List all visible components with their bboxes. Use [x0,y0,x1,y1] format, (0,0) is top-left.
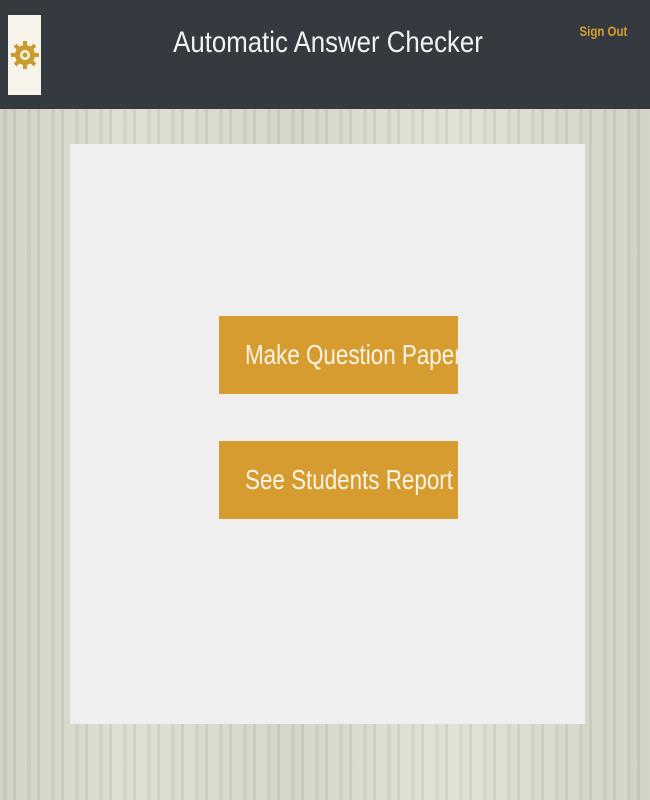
make-question-paper-label: Make Question Paper [245,339,458,370]
main-card: Make Question Paper See Students Report [70,144,585,724]
sign-out-link[interactable]: Sign Out [579,22,627,40]
see-students-report-label: See Students Report [245,464,453,495]
app-title: Automatic Answer Checker [173,26,483,59]
make-question-paper-button[interactable]: Make Question Paper [219,316,458,394]
logo[interactable] [8,15,41,95]
gear-emblem-icon [10,41,39,69]
see-students-report-button[interactable]: See Students Report [219,441,458,519]
app-header: Automatic Answer Checker Sign Out [0,0,650,109]
